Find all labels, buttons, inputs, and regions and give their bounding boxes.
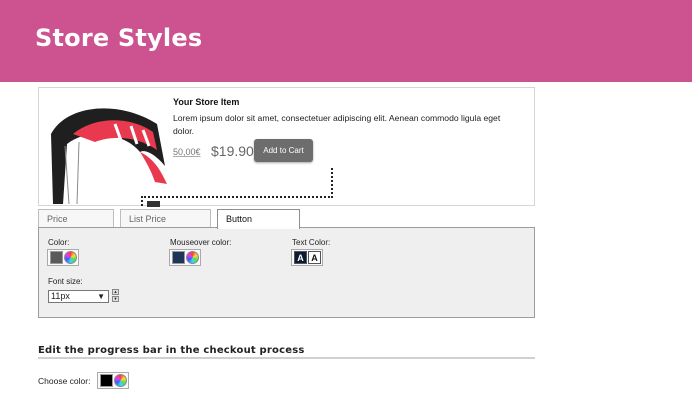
font-size-label: Font size: xyxy=(48,277,83,286)
text-color-picker[interactable]: A A xyxy=(291,249,323,266)
progress-bar-section-title: Edit the progress bar in the checkout pr… xyxy=(38,345,305,356)
button-style-panel: Color: Mouseover color: Text Color: A A … xyxy=(38,227,535,318)
list-price[interactable]: 50,00€ xyxy=(173,147,201,157)
page-title: Store Styles xyxy=(35,24,203,52)
color-label: Color: xyxy=(48,238,70,247)
text-color-light-option[interactable]: A xyxy=(294,251,307,264)
tab-button[interactable]: Button xyxy=(217,209,300,229)
item-title: Your Store Item xyxy=(173,97,240,107)
add-to-cart-button[interactable]: Add to Cart xyxy=(254,139,313,162)
section-divider xyxy=(38,357,535,359)
tab-price[interactable]: Price xyxy=(38,209,114,228)
text-color-label: Text Color: xyxy=(292,238,331,247)
sale-price[interactable]: $19.90 xyxy=(211,143,254,159)
pointer-line xyxy=(141,196,143,206)
item-description: Lorem ipsum dolor sit amet, consectetuer… xyxy=(173,113,501,136)
color-picker[interactable] xyxy=(47,249,79,266)
kite-product-image xyxy=(51,108,167,204)
progress-color-swatch[interactable] xyxy=(100,374,113,387)
text-color-dark-option[interactable]: A xyxy=(308,251,321,264)
color-wheel-icon[interactable] xyxy=(64,251,77,264)
choose-color-label: Choose color: xyxy=(38,376,91,386)
color-swatch[interactable] xyxy=(50,251,63,264)
font-size-select[interactable]: 11px ▼ xyxy=(48,290,109,303)
pointer-line xyxy=(141,196,333,198)
pointer-line xyxy=(331,168,333,198)
font-size-value: 11px xyxy=(51,291,70,301)
pointer-marker xyxy=(147,201,160,207)
color-wheel-icon[interactable] xyxy=(114,374,127,387)
tab-list-price[interactable]: List Price xyxy=(120,209,211,228)
increment-button[interactable]: ▲ xyxy=(112,289,119,295)
mouseover-color-label: Mouseover color: xyxy=(170,238,232,247)
decrement-button[interactable]: ▼ xyxy=(112,296,119,302)
mouseover-color-picker[interactable] xyxy=(169,249,201,266)
progress-color-picker[interactable] xyxy=(97,372,129,389)
mouseover-color-swatch[interactable] xyxy=(172,251,185,264)
color-wheel-icon[interactable] xyxy=(186,251,199,264)
page-header: Store Styles xyxy=(0,0,692,82)
store-item-preview: Your Store Item Lorem ipsum dolor sit am… xyxy=(38,87,535,207)
chevron-down-icon: ▼ xyxy=(97,292,105,301)
